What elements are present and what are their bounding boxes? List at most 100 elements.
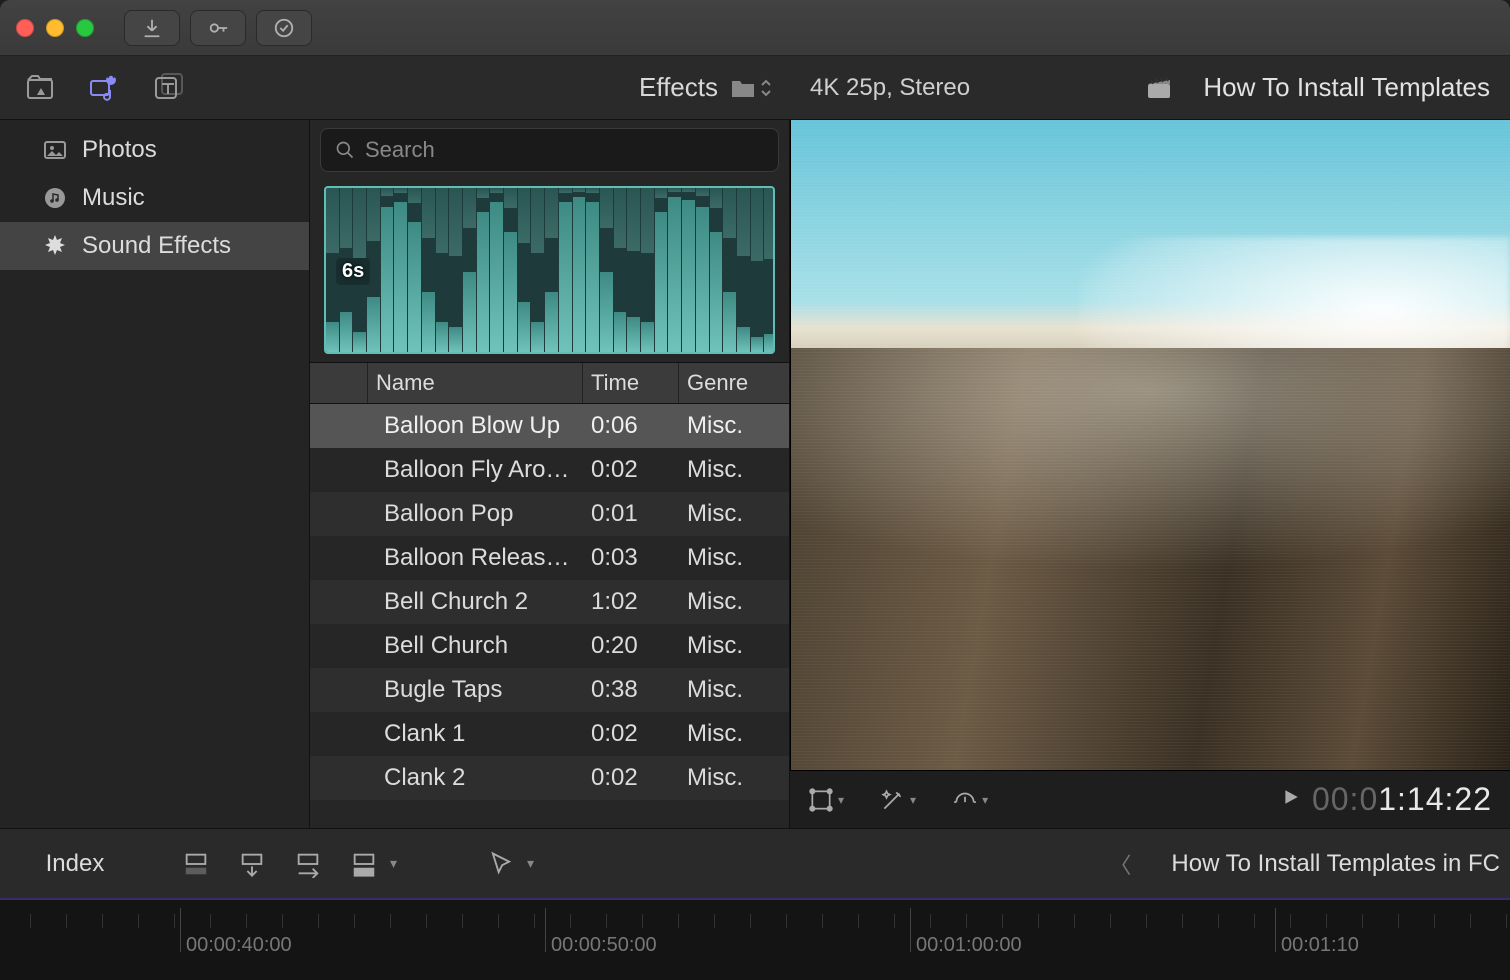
row-time: 0:38 — [583, 676, 679, 704]
row-name: Balloon Releas… — [368, 544, 583, 572]
row-genre: Misc. — [679, 500, 789, 528]
row-time: 1:02 — [583, 588, 679, 616]
expand-column[interactable] — [310, 363, 368, 403]
row-time: 0:06 — [583, 412, 679, 440]
burst-icon — [42, 233, 68, 259]
timecode-bright: 1:14:22 — [1378, 781, 1492, 817]
row-name: Bell Church — [368, 632, 583, 660]
viewer-header: 4K 25p, Stereo How To Install Templates — [790, 56, 1510, 119]
music-icon — [42, 185, 68, 211]
row-time: 0:02 — [583, 720, 679, 748]
browser-header: Effects — [310, 56, 790, 119]
waveform-duration-label: 6s — [336, 258, 370, 285]
sidebar-item-label: Sound Effects — [82, 232, 231, 260]
row-genre: Misc. — [679, 764, 789, 792]
row-name: Balloon Blow Up — [368, 412, 583, 440]
timeline-ruler[interactable]: 00:00:40:00 00:00:50:00 00:01:00:00 00:01:1… — [0, 898, 1510, 980]
table-row[interactable]: Bell Church0:20Misc. — [310, 624, 789, 668]
library-tab[interactable] — [22, 70, 58, 106]
table-row[interactable]: Balloon Releas…0:03Misc. — [310, 536, 789, 580]
sidebar-item-label: Photos — [82, 136, 157, 164]
column-genre[interactable]: Genre — [679, 363, 789, 403]
effects-browser: Search 6s Name Time Genre Balloon Blow U… — [310, 120, 790, 828]
close-window-button[interactable] — [16, 19, 34, 37]
sidebar-item-label: Music — [82, 184, 145, 212]
retime-tool[interactable]: ▾ — [952, 787, 988, 813]
timeline-label: 00:00:50:00 — [551, 934, 657, 957]
viewer-panel: ▾ ▾ ▾ 00:01:14:22 — [790, 120, 1510, 828]
row-time: 0:02 — [583, 456, 679, 484]
viewer-project-title: How To Install Templates — [1203, 72, 1490, 103]
row-time: 0:03 — [583, 544, 679, 572]
timeline-label: 00:01:00:00 — [916, 934, 1022, 957]
titles-generators-tab[interactable] — [150, 70, 186, 106]
transform-tool[interactable]: ▾ — [808, 787, 844, 813]
window-titlebar — [0, 0, 1510, 56]
row-genre: Misc. — [679, 632, 789, 660]
timeline-toolbar: Index ▾ ▾ 〈 How To Install Templates in … — [0, 828, 1510, 898]
row-genre: Misc. — [679, 676, 789, 704]
row-genre: Misc. — [679, 456, 789, 484]
row-genre: Misc. — [679, 412, 789, 440]
select-tool[interactable] — [485, 848, 517, 880]
project-breadcrumb: 〈 How To Install Templates in FC — [1109, 848, 1510, 880]
viewer-canvas[interactable] — [790, 120, 1510, 770]
connect-clip-button[interactable] — [180, 848, 212, 880]
row-name: Bell Church 2 — [368, 588, 583, 616]
enhance-tool[interactable]: ▾ — [880, 787, 916, 813]
row-name: Clank 2 — [368, 764, 583, 792]
table-row[interactable]: Bugle Taps0:38Misc. — [310, 668, 789, 712]
row-genre: Misc. — [679, 588, 789, 616]
search-icon — [335, 140, 355, 160]
browser-header-label: Effects — [639, 72, 718, 103]
column-name[interactable]: Name — [368, 363, 583, 403]
minimize-window-button[interactable] — [46, 19, 64, 37]
table-row[interactable]: Balloon Blow Up0:06Misc. — [310, 404, 789, 448]
sidebar-item-photos[interactable]: Photos — [0, 126, 309, 174]
window-controls — [16, 19, 94, 37]
browser-tabs — [0, 56, 310, 119]
row-time: 0:20 — [583, 632, 679, 660]
sidebar-item-sound-effects[interactable]: Sound Effects — [0, 222, 309, 270]
back-button[interactable]: 〈 — [1109, 848, 1131, 880]
viewer-toolbar: ▾ ▾ ▾ 00:01:14:22 — [790, 770, 1510, 828]
row-name: Bugle Taps — [368, 676, 583, 704]
row-time: 0:01 — [583, 500, 679, 528]
project-crumb-label[interactable]: How To Install Templates in FC — [1171, 850, 1500, 878]
column-time[interactable]: Time — [583, 363, 679, 403]
row-name: Balloon Pop — [368, 500, 583, 528]
row-name: Balloon Fly Aro… — [368, 456, 583, 484]
background-tasks-button[interactable] — [256, 10, 312, 46]
timeline-label: 00:00:40:00 — [186, 934, 292, 957]
table-row[interactable]: Clank 10:02Misc. — [310, 712, 789, 756]
search-placeholder: Search — [365, 137, 435, 163]
timecode-dim: 00:0 — [1312, 781, 1378, 817]
index-button[interactable]: Index — [0, 850, 150, 878]
clapperboard-icon — [1145, 74, 1173, 102]
fullscreen-window-button[interactable] — [76, 19, 94, 37]
waveform-preview[interactable]: 6s — [324, 186, 775, 354]
row-genre: Misc. — [679, 720, 789, 748]
play-icon — [1282, 788, 1300, 811]
table-row[interactable]: Bell Church 21:02Misc. — [310, 580, 789, 624]
keyword-editor-button[interactable] — [190, 10, 246, 46]
photos-audio-tab[interactable] — [86, 70, 122, 106]
timecode-display[interactable]: 00:01:14:22 — [1282, 781, 1492, 818]
append-clip-button[interactable] — [292, 848, 324, 880]
browser-location-popup[interactable] — [730, 77, 772, 99]
table-row[interactable]: Clank 20:02Misc. — [310, 756, 789, 800]
media-sidebar: Photos Music Sound Effects — [0, 120, 310, 828]
overwrite-clip-button[interactable] — [348, 848, 380, 880]
import-button[interactable] — [124, 10, 180, 46]
effects-table: Balloon Blow Up0:06Misc.Balloon Fly Aro…… — [310, 404, 789, 828]
top-strip: Effects 4K 25p, Stereo How To Install Te… — [0, 56, 1510, 120]
search-input[interactable]: Search — [320, 128, 779, 172]
row-genre: Misc. — [679, 544, 789, 572]
viewer-format-info: 4K 25p, Stereo — [810, 74, 970, 102]
row-name: Clank 1 — [368, 720, 583, 748]
insert-clip-button[interactable] — [236, 848, 268, 880]
table-row[interactable]: Balloon Pop0:01Misc. — [310, 492, 789, 536]
table-row[interactable]: Balloon Fly Aro…0:02Misc. — [310, 448, 789, 492]
timeline-label: 00:01:10 — [1281, 934, 1359, 957]
sidebar-item-music[interactable]: Music — [0, 174, 309, 222]
